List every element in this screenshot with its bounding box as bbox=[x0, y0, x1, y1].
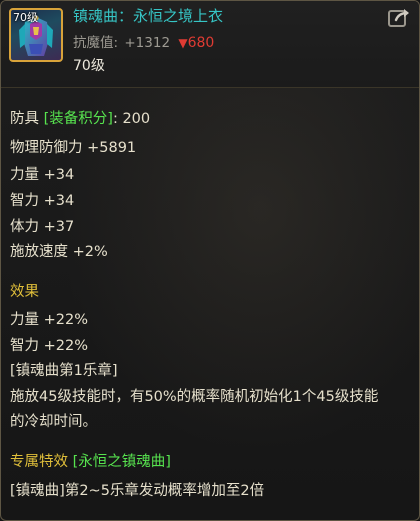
stat-line: 物理防御力 +5891 bbox=[10, 140, 137, 156]
score-label: [装备积分] bbox=[43, 111, 113, 127]
stat-line: 智力 +34 bbox=[10, 193, 75, 209]
item-name: 镇魂曲：永恒之境上衣 bbox=[73, 7, 224, 25]
armor-item-icon[interactable]: 70级 bbox=[9, 8, 63, 62]
item-level-badge: 70级 bbox=[13, 11, 38, 24]
item-level: 70级 bbox=[73, 58, 105, 74]
share-arrow-icon bbox=[388, 9, 409, 27]
magic-resist-row: 抗魔值: +1312 ▼680 bbox=[73, 34, 214, 52]
resist-down-value: 680 bbox=[187, 35, 215, 51]
exclusive-line: [镇魂曲]第2~5乐章发动概率增加至2倍 bbox=[10, 483, 265, 499]
resist-label: 抗魔值: bbox=[73, 35, 119, 51]
effect-line: [镇魂曲第1乐章] bbox=[10, 363, 118, 379]
resist-plus-value: +1312 bbox=[124, 35, 171, 51]
score-value: 200 bbox=[122, 111, 151, 127]
effect-line: 智力 +22% bbox=[10, 338, 88, 354]
exclusive-set-name: [永恒之镇魂曲] bbox=[72, 454, 171, 470]
effect-line: 的冷却时间。 bbox=[10, 414, 97, 430]
effect-line: 力量 +22% bbox=[10, 312, 88, 328]
exclusive-title: 专属特效 bbox=[10, 454, 68, 470]
score-separator: : bbox=[112, 111, 118, 127]
effect-line: 施放45级技能时，有50%的概率随机初始化1个45级技能 bbox=[10, 389, 379, 405]
effect-title: 效果 bbox=[10, 284, 39, 300]
category-score-row: 防具 [装备积分]: 200 bbox=[10, 109, 150, 129]
item-tooltip: 70级 镇魂曲：永恒之境上衣 抗魔值: +1312 ▼680 70级 防具 [装… bbox=[0, 0, 420, 521]
stat-line: 施放速度 +2% bbox=[10, 244, 108, 260]
category-label: 防具 bbox=[10, 111, 39, 127]
header-divider bbox=[1, 87, 419, 88]
stat-line: 力量 +34 bbox=[10, 167, 75, 183]
exclusive-title-row: 专属特效 [永恒之镇魂曲] bbox=[10, 452, 171, 472]
down-arrow-icon: ▼ bbox=[178, 36, 188, 50]
share-button[interactable] bbox=[387, 7, 411, 29]
stat-line: 体力 +37 bbox=[10, 219, 75, 235]
